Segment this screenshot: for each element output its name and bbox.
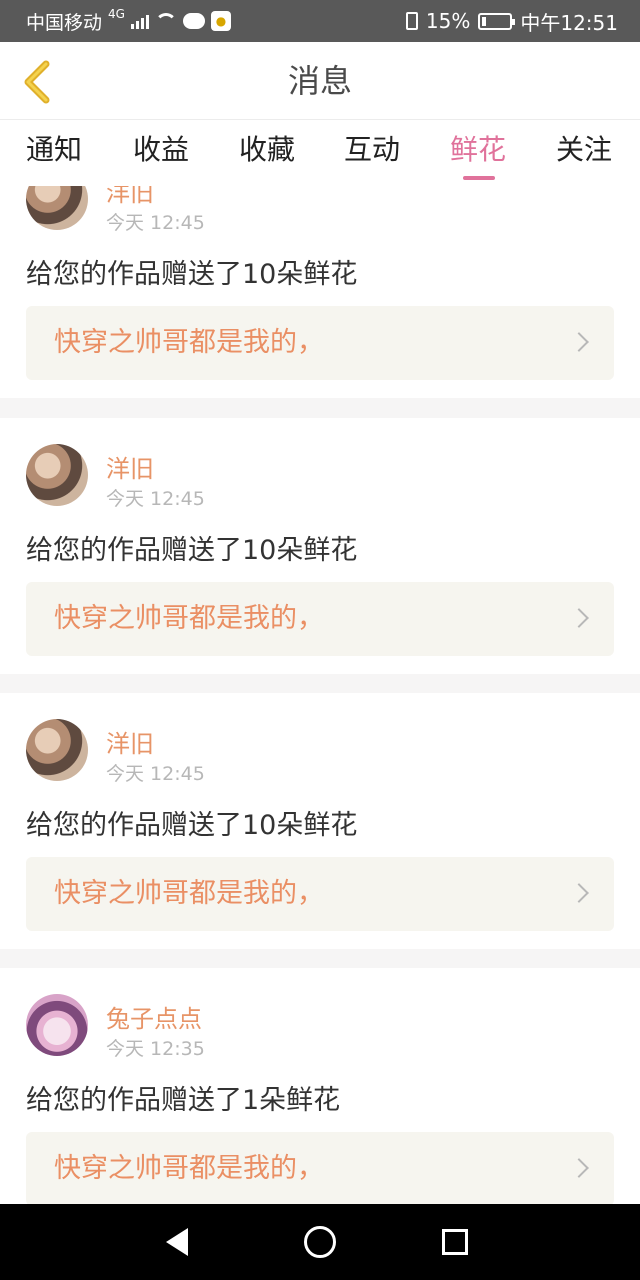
avatar[interactable] [26,719,88,781]
message-text: 给您的作品赠送了10朵鲜花 [26,810,358,841]
wifi-icon [154,13,177,29]
list-item: 洋旧 今天 12:45 给您的作品赠送了10朵鲜花 快穿之帅哥都是我的， [0,418,640,674]
chevron-right-icon [569,883,589,903]
work-link[interactable]: 快穿之帅哥都是我的， [26,582,614,656]
app-badge-icon: ● [210,11,231,31]
message-text: 给您的作品赠送了10朵鲜花 [26,535,358,566]
home-circle-icon[interactable] [304,1226,336,1258]
carrier-text: 中国移动 [26,11,103,34]
tab-notifications[interactable]: 通知 [26,120,82,180]
recent-square-icon[interactable] [442,1229,468,1255]
message-text: 给您的作品赠送了1朵鲜花 [26,1085,341,1116]
active-tab-indicator [463,176,495,180]
avatar[interactable] [26,186,88,230]
page-title: 消息 [287,62,352,100]
battery-icon [478,12,516,30]
signal-icon [130,13,149,29]
avatar[interactable] [26,444,88,506]
tab-favorites[interactable]: 收藏 [239,120,295,180]
status-bar: 中国移动 4G ● 15% 中午12:51 [0,0,640,42]
message-time: 今天 12:45 [106,763,205,785]
work-title: 快穿之帅哥都是我的， [54,1153,324,1184]
list-item: 兔子点点 今天 12:35 给您的作品赠送了1朵鲜花 快穿之帅哥都是我的， [0,968,640,1204]
battery-fill [482,16,487,26]
network-type: 4G [108,7,125,21]
vibrate-icon [405,12,418,30]
tab-interactions[interactable]: 互动 [344,120,400,180]
message-time: 今天 12:45 [106,212,205,234]
work-title: 快穿之帅哥都是我的， [54,603,324,634]
clock-time: 中午12:51 [520,10,618,35]
chevron-right-icon [569,608,589,628]
work-link[interactable]: 快穿之帅哥都是我的， [26,1132,614,1204]
work-title: 快穿之帅哥都是我的， [54,878,324,909]
list-item: 洋旧 今天 12:45 给您的作品赠送了10朵鲜花 快穿之帅哥都是我的， [0,693,640,949]
message-text: 给您的作品赠送了10朵鲜花 [26,259,358,290]
list-item: 洋旧 今天 12:45 给您的作品赠送了10朵鲜花 快穿之帅哥都是我的， [0,186,640,398]
top-app-bar: 消息 [0,42,640,120]
glasses-icon [182,13,205,29]
work-title: 快穿之帅哥都是我的， [54,327,324,358]
tab-flowers[interactable]: 鲜花 [450,120,506,180]
sender-name[interactable]: 洋旧 [106,724,154,759]
battery-percent: 15% [425,9,471,33]
status-bar-left: 中国移动 4G ● [26,0,231,42]
message-time: 今天 12:35 [106,1038,205,1060]
tab-earnings[interactable]: 收益 [133,120,189,180]
sender-name[interactable]: 兔子点点 [106,999,202,1034]
avatar[interactable] [26,994,88,1056]
chevron-right-icon [569,332,589,352]
message-tabs: 通知 收益 收藏 互动 鲜花 关注 [0,120,640,186]
back-triangle-icon[interactable] [166,1228,188,1256]
status-bar-right: 15% 中午12:51 [405,0,618,42]
message-time: 今天 12:45 [106,488,205,510]
system-navigation-bar [0,1204,640,1280]
tab-follows[interactable]: 关注 [556,120,612,180]
work-link[interactable]: 快穿之帅哥都是我的， [26,306,614,380]
sender-name[interactable]: 洋旧 [106,449,154,484]
chevron-right-icon [569,1158,589,1178]
message-list[interactable]: 洋旧 今天 12:45 给您的作品赠送了10朵鲜花 快穿之帅哥都是我的， 洋旧 … [0,186,640,1204]
sender-name[interactable]: 洋旧 [106,186,154,208]
work-link[interactable]: 快穿之帅哥都是我的， [26,857,614,931]
